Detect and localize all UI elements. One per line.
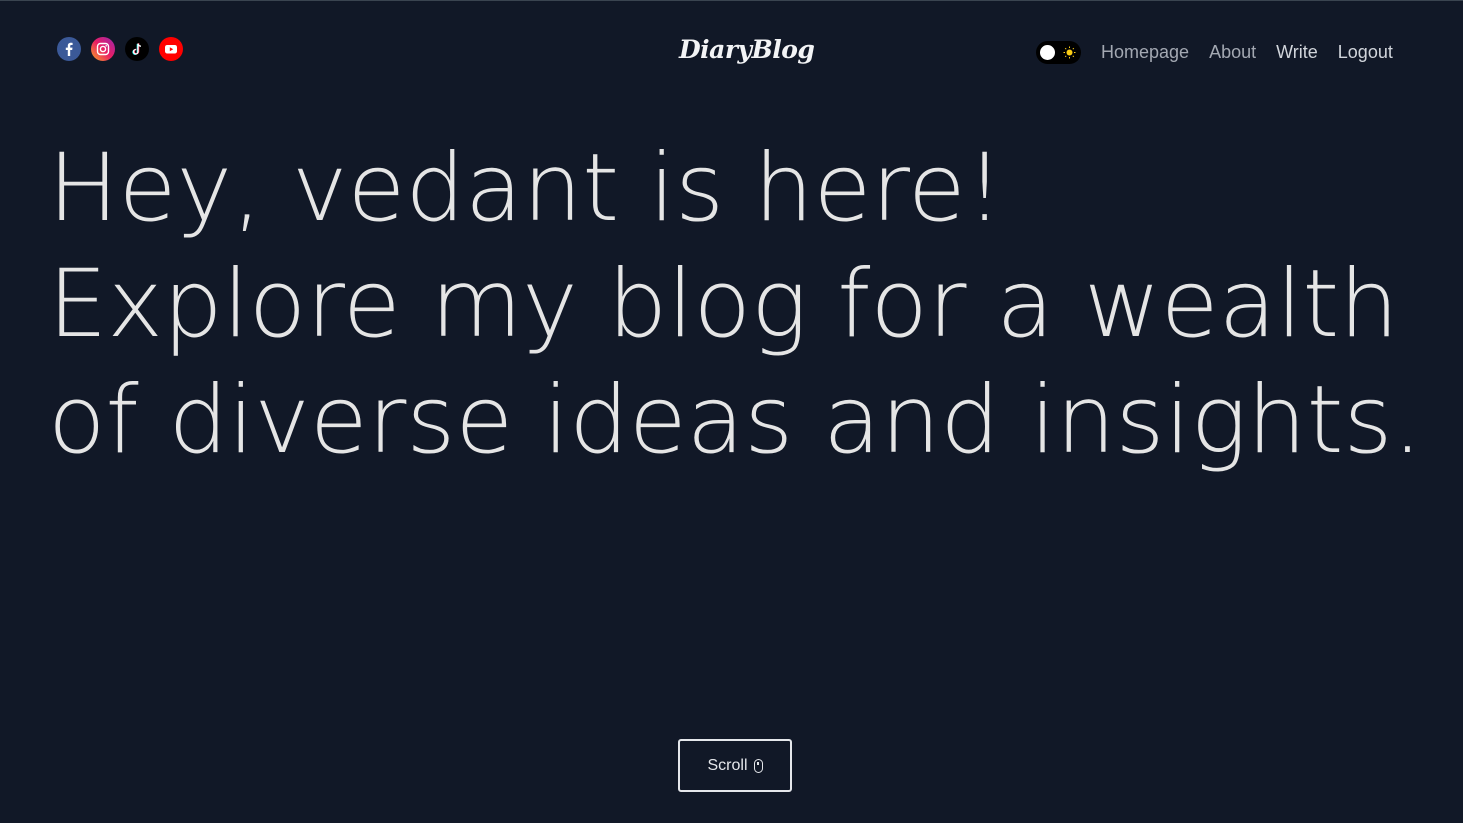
hero-line-3: of diverse ideas and insights. [48,366,1423,475]
social-links [57,37,183,61]
toggle-knob [1040,45,1055,60]
facebook-link[interactable] [57,37,81,61]
page: DiaryBlog Homepage About Write Logout He… [0,0,1463,823]
scroll-button[interactable]: Scroll [678,739,792,792]
hero-line-2: Explore my blog for a wealth [48,250,1399,359]
instagram-icon [96,42,110,56]
theme-toggle[interactable] [1036,41,1081,64]
hero-line-1: Hey, vedant is here! [48,134,1004,243]
instagram-link[interactable] [91,37,115,61]
scroll-button-label: Scroll [707,756,748,774]
site-logo[interactable]: DiaryBlog [679,35,815,64]
nav-about[interactable]: About [1209,41,1256,64]
youtube-icon [165,45,177,54]
main-nav: Homepage About Write Logout [1101,41,1393,64]
sun-icon [1063,46,1076,59]
facebook-icon [65,42,73,56]
nav-logout[interactable]: Logout [1338,41,1393,64]
hero-heading: Hey, vedant is here! Explore my blog for… [48,131,1423,479]
tiktok-link[interactable] [125,37,149,61]
nav-write[interactable]: Write [1276,41,1318,64]
nav-homepage[interactable]: Homepage [1101,41,1189,64]
youtube-link[interactable] [159,37,183,61]
mouse-icon [753,758,763,773]
tiktok-icon [132,43,142,55]
